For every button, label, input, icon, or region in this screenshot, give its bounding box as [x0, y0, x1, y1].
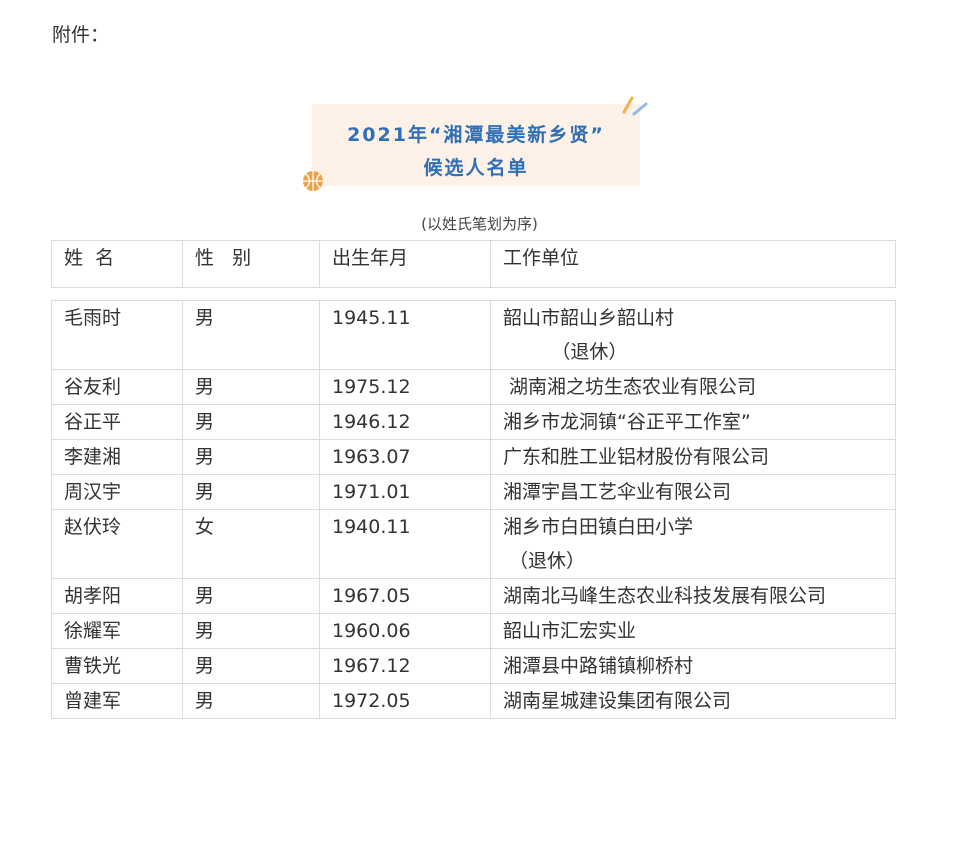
cell-gender: 男: [182, 439, 320, 475]
cell-birth: 1975.12: [319, 369, 491, 405]
header-unit: 工作单位: [490, 240, 896, 288]
cell-gender: 男: [182, 683, 320, 719]
cell-gender: 男: [182, 578, 320, 614]
cell-name: 谷友利: [51, 369, 183, 405]
cell-name: 曾建军: [51, 683, 183, 719]
cell-unit: 广东和胜工业铝材股份有限公司: [490, 439, 896, 475]
header-row: 姓 名 性 别 出生年月 工作单位: [51, 240, 896, 288]
cell-gender: 女: [182, 509, 320, 579]
table-row: 谷友利 男 1975.12 湖南湘之坊生态农业有限公司: [51, 369, 896, 405]
table-row: 谷正平 男 1946.12 湘乡市龙洞镇“谷正平工作室”: [51, 404, 896, 440]
header-birth: 出生年月: [319, 240, 491, 288]
table-row: 徐耀军 男 1960.06 韶山市汇宏实业: [51, 613, 896, 649]
cell-unit: 湘乡市龙洞镇“谷正平工作室”: [490, 404, 896, 440]
cell-gender: 男: [182, 474, 320, 510]
unit-line2: （退休）: [503, 341, 628, 363]
cell-name: 曹铁光: [51, 648, 183, 684]
cell-gender: 男: [182, 648, 320, 684]
cell-unit: 湖南星城建设集团有限公司: [490, 683, 896, 719]
cell-birth: 1967.05: [319, 578, 491, 614]
cell-name: 毛雨时: [51, 300, 183, 370]
table-row: 曾建军 男 1972.05 湖南星城建设集团有限公司: [51, 683, 896, 719]
attachment-label: 附件：: [52, 24, 110, 46]
cell-gender: 男: [182, 300, 320, 370]
cell-unit: 湖南北马峰生态农业科技发展有限公司: [490, 578, 896, 614]
banner-subtitle: 候选人名单: [423, 157, 529, 179]
unit-line1: 湘乡市白田镇白田小学: [503, 516, 694, 538]
basketball-icon: [303, 171, 323, 191]
cell-unit: 湘乡市白田镇白田小学 （退休）: [490, 509, 896, 579]
cell-name: 李建湘: [51, 439, 183, 475]
cell-gender: 男: [182, 369, 320, 405]
cell-birth: 1945.11: [319, 300, 491, 370]
table-row: 胡孝阳 男 1967.05 湖南北马峰生态农业科技发展有限公司: [51, 578, 896, 614]
table-row: 李建湘 男 1963.07 广东和胜工业铝材股份有限公司: [51, 439, 896, 475]
cell-name: 周汉宇: [51, 474, 183, 510]
table-row: 毛雨时 男 1945.11 韶山市韶山乡韶山村 （退休）: [51, 300, 896, 370]
table-row: 曹铁光 男 1967.12 湘潭县中路铺镇柳桥村: [51, 648, 896, 684]
cell-name: 徐耀军: [51, 613, 183, 649]
cell-birth: 1963.07: [319, 439, 491, 475]
cell-gender: 男: [182, 613, 320, 649]
cell-unit: 韶山市韶山乡韶山村 （退休）: [490, 300, 896, 370]
table-row: 赵伏玲 女 1940.11 湘乡市白田镇白田小学 （退休）: [51, 509, 896, 579]
cell-birth: 1960.06: [319, 613, 491, 649]
cell-birth: 1971.01: [319, 474, 491, 510]
cell-unit: 湘潭县中路铺镇柳桥村: [490, 648, 896, 684]
candidate-table: 毛雨时 男 1945.11 韶山市韶山乡韶山村 （退休） 谷友利 男 1975.…: [51, 300, 896, 719]
sort-note: (以姓氏笔划为序): [421, 215, 538, 233]
header-name: 姓 名: [51, 240, 183, 288]
header-gender: 性 别: [182, 240, 320, 288]
pencil-icon: [622, 96, 648, 116]
cell-unit: 韶山市汇宏实业: [490, 613, 896, 649]
title-banner: 2021年“湘潭最美新乡贤” 候选人名单: [303, 96, 648, 191]
cell-gender: 男: [182, 404, 320, 440]
header-table: 姓 名 性 别 出生年月 工作单位: [51, 240, 896, 288]
cell-name: 赵伏玲: [51, 509, 183, 579]
unit-line1: 韶山市韶山乡韶山村: [503, 307, 675, 329]
cell-birth: 1946.12: [319, 404, 491, 440]
unit-line2: （退休）: [503, 550, 586, 572]
cell-unit: 湖南湘之坊生态农业有限公司: [490, 369, 896, 405]
cell-name: 胡孝阳: [51, 578, 183, 614]
banner-title: 2021年“湘潭最美新乡贤”: [347, 124, 605, 146]
cell-unit: 湘潭宇昌工艺伞业有限公司: [490, 474, 896, 510]
cell-birth: 1967.12: [319, 648, 491, 684]
cell-name: 谷正平: [51, 404, 183, 440]
cell-birth: 1940.11: [319, 509, 491, 579]
cell-birth: 1972.05: [319, 683, 491, 719]
table-row: 周汉宇 男 1971.01 湘潭宇昌工艺伞业有限公司: [51, 474, 896, 510]
